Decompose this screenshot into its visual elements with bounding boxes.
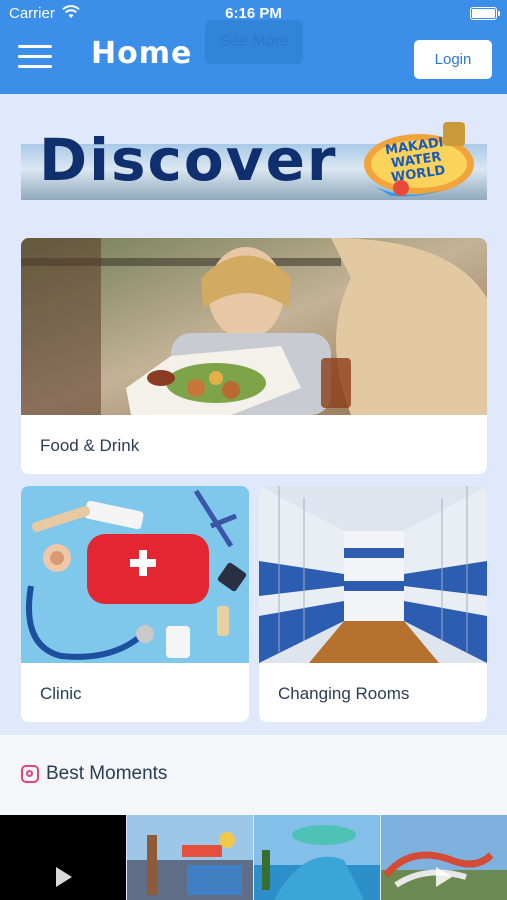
- clinic-label: Clinic: [40, 684, 82, 703]
- clinic-image: [21, 486, 249, 663]
- best-moments-section: Best Moments: [0, 735, 507, 815]
- food-drink-card[interactable]: Food & Drink: [21, 238, 487, 474]
- moment-video-1[interactable]: [0, 815, 126, 900]
- discover-banner[interactable]: Discover MAKADI WATER WORLD: [21, 112, 487, 212]
- app-header: Carrier 6:16 PM See More Home Login: [0, 0, 507, 94]
- moment-video-4[interactable]: [381, 815, 507, 900]
- food-drink-label: Food & Drink: [40, 436, 140, 455]
- changing-rooms-card[interactable]: Changing Rooms: [259, 486, 487, 722]
- page-title: Home: [91, 36, 193, 71]
- moment-thumb-2[interactable]: [127, 815, 253, 900]
- changing-rooms-image: [259, 486, 487, 663]
- see-more-button[interactable]: See More: [205, 20, 303, 64]
- moments-gallery: [0, 815, 507, 900]
- changing-rooms-label: Changing Rooms: [278, 684, 410, 703]
- clinic-card[interactable]: Clinic: [21, 486, 249, 722]
- banner-heading: Discover: [39, 126, 338, 194]
- instagram-icon: [21, 765, 39, 783]
- login-button[interactable]: Login: [414, 40, 492, 79]
- battery-icon: [470, 7, 500, 20]
- best-moments-title: Best Moments: [46, 763, 168, 784]
- menu-icon[interactable]: [18, 45, 52, 71]
- moment-thumb-3[interactable]: [254, 815, 380, 900]
- food-drink-image: [21, 238, 487, 415]
- play-icon: [56, 867, 72, 887]
